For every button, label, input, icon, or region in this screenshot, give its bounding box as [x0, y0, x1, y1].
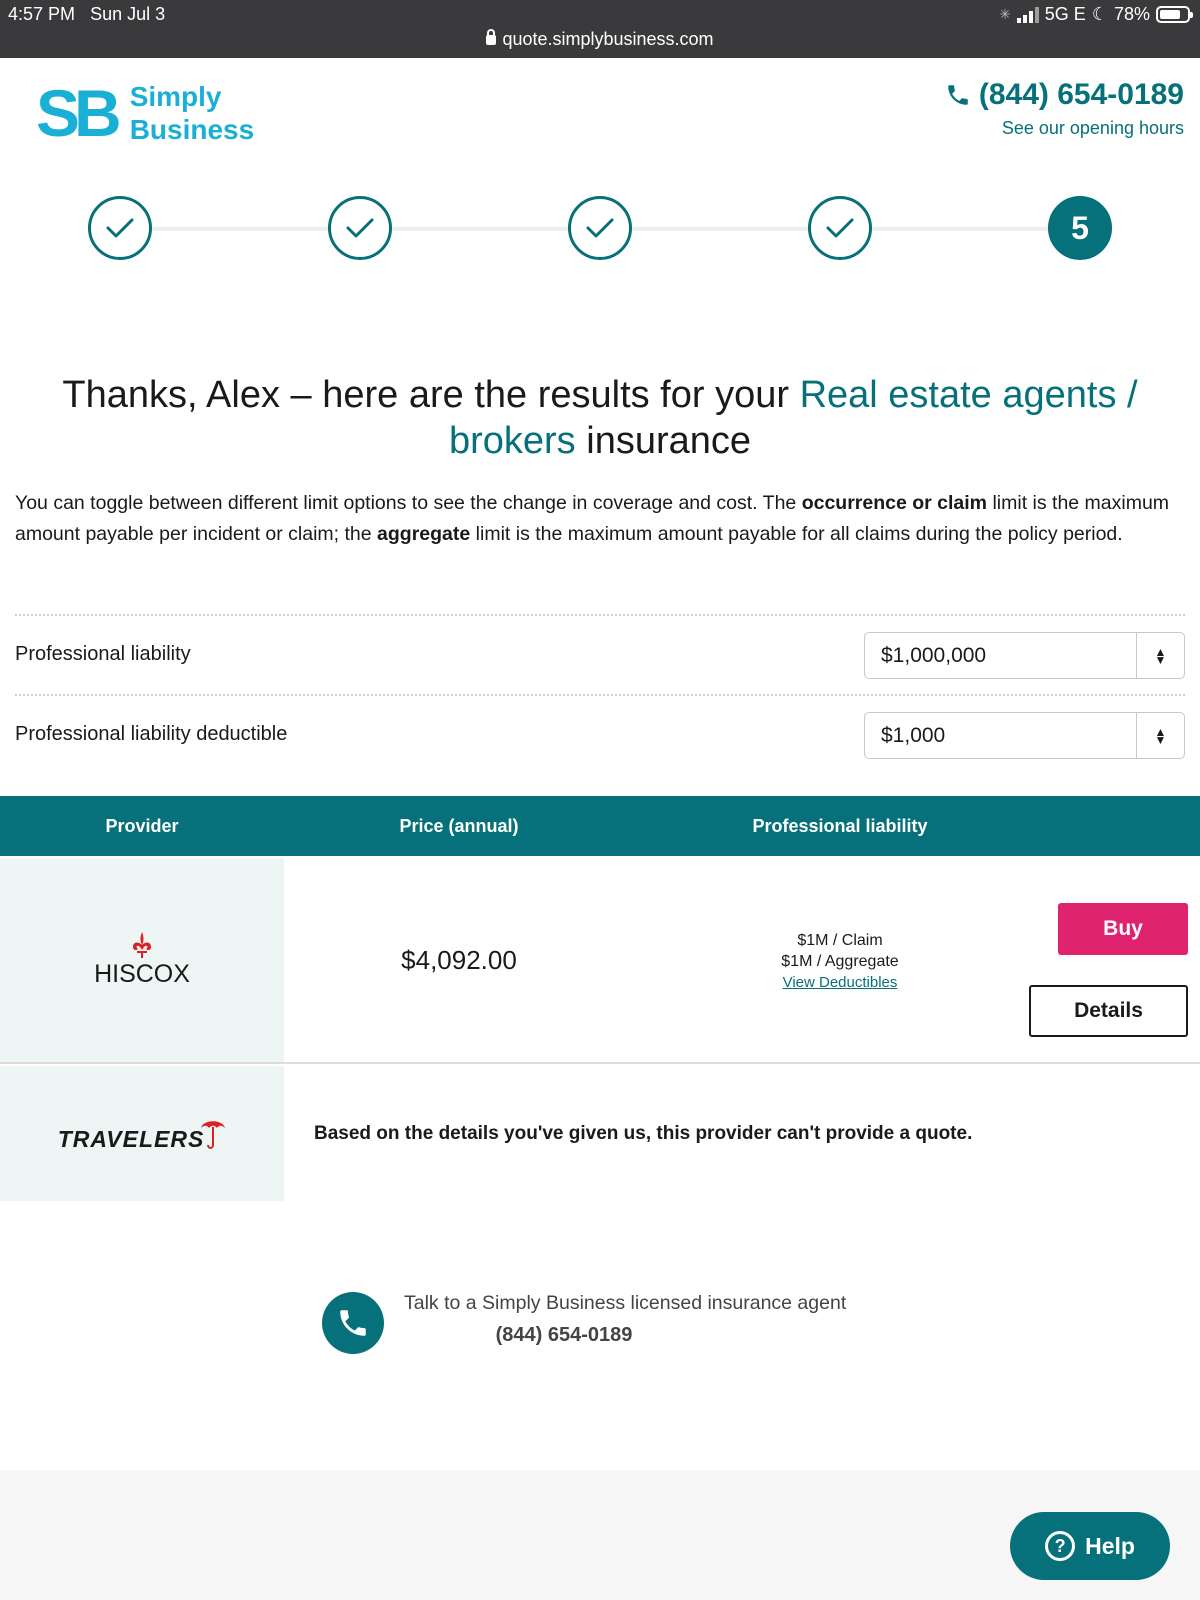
help-button[interactable]: ? Help: [1010, 1512, 1170, 1580]
deductible-select[interactable]: $1,000 ▲ ▼: [864, 712, 1185, 759]
liability-select[interactable]: $1,000,000 ▲ ▼: [864, 632, 1185, 679]
lock-icon: [486, 29, 497, 45]
table-row: TRAVELERS Based on the details you've gi…: [0, 1066, 1200, 1201]
url-text: quote.simplybusiness.com: [502, 29, 714, 49]
battery-label: 78%: [1113, 4, 1150, 24]
step-complete-2[interactable]: [328, 196, 392, 260]
price-value: $4,092.00: [401, 944, 517, 975]
simply-business-logo[interactable]: SB Simply Business: [36, 80, 254, 146]
check-icon: [826, 218, 854, 238]
hiscox-logo: HISCOX: [94, 931, 190, 989]
liability-select-value: $1,000,000: [881, 643, 987, 667]
col-liability: Professional liability: [752, 816, 928, 836]
deductible-label: Professional liability deductible: [15, 723, 288, 745]
step-complete-3[interactable]: [568, 196, 632, 260]
deductible-select-value: $1,000: [881, 723, 946, 747]
check-icon: [586, 218, 614, 238]
header-phone-link[interactable]: (844) 654-0189: [945, 78, 1184, 112]
step-complete-4[interactable]: [808, 196, 872, 260]
col-provider: Provider: [105, 816, 179, 836]
logo-mark: SB: [36, 76, 122, 150]
liability-label: Professional liability: [15, 643, 191, 665]
logo-wordmark: Simply Business: [129, 81, 255, 145]
travelers-logo: TRAVELERS: [58, 1115, 227, 1153]
limit-claim: $1M / Claim: [797, 932, 883, 949]
step-current: 5: [1048, 196, 1112, 260]
agent-text: Talk to a Simply Business licensed insur…: [404, 1292, 847, 1314]
provider-cell: HISCOX: [0, 858, 284, 1062]
question-icon: ?: [1045, 1531, 1076, 1561]
url-bar[interactable]: quote.simplybusiness.com: [0, 29, 1200, 50]
buy-button[interactable]: Buy: [1058, 903, 1188, 955]
opening-hours-link[interactable]: See our opening hours: [945, 118, 1184, 139]
step-complete-1[interactable]: [88, 196, 152, 260]
status-bar: 4:57 PM Sun Jul 3 ✳ 5G E ☾ 78% quote.sim…: [0, 0, 1200, 58]
table-row: HISCOX $4,092.00 $1M / Claim $1M / Aggre…: [0, 858, 1200, 1064]
select-arrows-icon: ▲ ▼: [1136, 713, 1184, 758]
no-quote-message: Based on the details you've given us, th…: [314, 1122, 973, 1144]
limit-aggregate: $1M / Aggregate: [781, 953, 899, 970]
page-title: Thanks, Alex – here are the results for …: [62, 374, 1138, 462]
fleur-icon: [132, 931, 151, 958]
status-time: 4:57 PM Sun Jul 3: [8, 4, 166, 24]
progress-stepper: 5: [88, 196, 1112, 260]
provider-cell: TRAVELERS: [0, 1066, 284, 1201]
phone-icon: [948, 85, 968, 105]
battery-icon: [1156, 6, 1193, 23]
header-contact: (844) 654-0189 See our opening hours: [945, 78, 1184, 139]
check-icon: [106, 218, 134, 238]
select-arrows-icon: ▲ ▼: [1136, 633, 1184, 678]
col-price: Price (annual): [399, 816, 519, 836]
network-label: 5G E: [1044, 4, 1086, 24]
phone-icon[interactable]: [322, 1292, 384, 1354]
moon-icon: ☾: [1091, 4, 1108, 24]
agent-phone-link[interactable]: (844) 654-0189: [404, 1324, 724, 1347]
details-button[interactable]: Details: [1029, 985, 1188, 1037]
status-indicators: ✳ 5G E ☾ 78%: [999, 4, 1193, 25]
umbrella-icon: [201, 1120, 226, 1149]
signal-icon: [1016, 6, 1039, 23]
battery-level: [1160, 10, 1181, 19]
liability-limits: $1M / Claim $1M / Aggregate View Deducti…: [680, 930, 1000, 993]
results-table-header: Provider Price (annual) Professional lia…: [0, 796, 1200, 856]
intro-paragraph: You can toggle between different limit o…: [15, 492, 1170, 545]
view-deductibles-link[interactable]: View Deductibles: [783, 974, 898, 991]
divider: [15, 694, 1185, 696]
activity-icon: ✳: [999, 6, 1011, 22]
divider: [15, 614, 1185, 616]
check-icon: [346, 218, 374, 238]
